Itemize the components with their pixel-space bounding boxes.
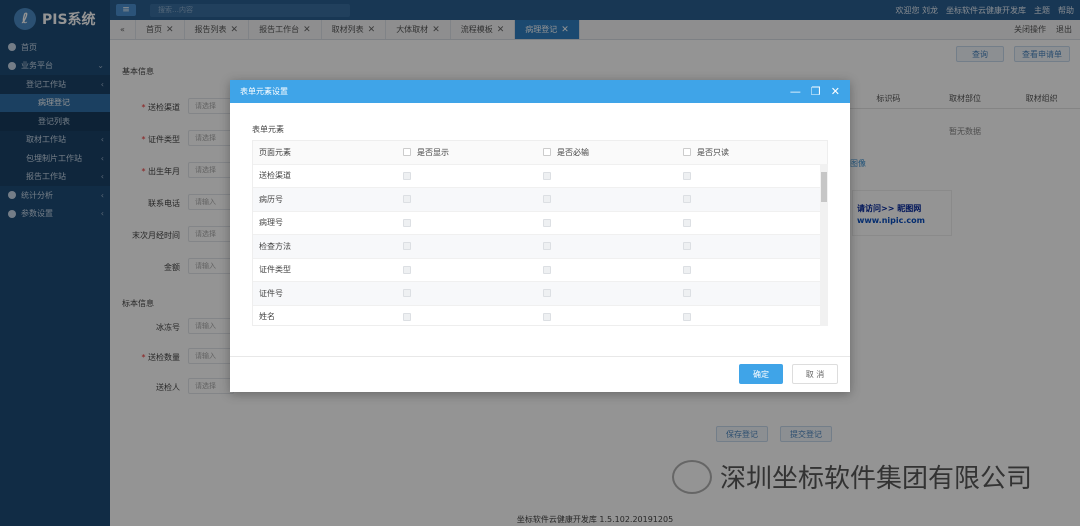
grid-header-cell: 是否必输 <box>537 147 677 158</box>
setting-checkbox[interactable] <box>683 171 691 180</box>
grid-cell <box>677 265 817 274</box>
close-icon[interactable]: ✕ <box>831 85 840 98</box>
grid-cell <box>537 289 677 298</box>
grid-header-row: 页面元素 是否显示 是否必输 是否只读 <box>253 141 827 165</box>
grid-header-cell: 是否显示 <box>397 147 537 158</box>
element-name: 送检渠道 <box>259 171 291 181</box>
setting-checkbox[interactable] <box>403 312 411 321</box>
setting-checkbox[interactable] <box>683 195 691 204</box>
header-checkbox[interactable] <box>403 148 411 157</box>
setting-checkbox[interactable] <box>403 171 411 180</box>
setting-checkbox[interactable] <box>543 265 551 274</box>
setting-checkbox[interactable] <box>403 265 411 274</box>
header-label: 是否显示 <box>417 147 449 157</box>
setting-checkbox[interactable] <box>543 289 551 298</box>
grid-header-cell: 页面元素 <box>259 147 291 157</box>
cancel-button[interactable]: 取 消 <box>792 364 838 384</box>
setting-checkbox[interactable] <box>543 195 551 204</box>
scrollbar-thumb[interactable] <box>821 172 827 202</box>
restore-icon[interactable]: ❐ <box>811 85 821 98</box>
grid-cell <box>537 312 677 321</box>
grid-cell <box>537 218 677 227</box>
setting-checkbox[interactable] <box>683 312 691 321</box>
modal-title: 表单元素设置 <box>240 87 288 96</box>
form-elements-grid: 页面元素 是否显示 是否必输 是否只读 送检渠道病历号病理号检查方法证件类型证件… <box>252 140 828 326</box>
minimize-icon[interactable]: — <box>790 85 801 98</box>
element-name: 姓名 <box>259 312 275 322</box>
setting-checkbox[interactable] <box>403 218 411 227</box>
grid-row: 病历号 <box>253 188 827 212</box>
company-name: 深圳坐标软件集团有限公司 <box>720 464 1033 494</box>
grid-cell <box>397 195 537 204</box>
modal-header: 表单元素设置 — ❐ ✕ <box>230 80 850 103</box>
grid-row: 姓名 <box>253 306 827 326</box>
grid-cell <box>397 265 537 274</box>
grid-cell <box>397 312 537 321</box>
setting-checkbox[interactable] <box>403 195 411 204</box>
wechat-icon <box>672 459 712 494</box>
setting-checkbox[interactable] <box>683 218 691 227</box>
form-element-settings-modal: 表单元素设置 — ❐ ✕ 表单元素 页面元素 是否显示 是否必输 是否只读 送检… <box>230 80 850 392</box>
grid-cell <box>537 171 677 180</box>
header-label: 是否只读 <box>697 147 729 157</box>
element-name: 证件号 <box>259 288 283 298</box>
grid-cell <box>397 218 537 227</box>
grid-cell <box>677 195 817 204</box>
confirm-button[interactable]: 确定 <box>739 364 783 384</box>
element-name: 病历号 <box>259 194 283 204</box>
grid-header-cell: 是否只读 <box>677 147 817 158</box>
grid-cell <box>537 265 677 274</box>
header-checkbox[interactable] <box>683 148 691 157</box>
setting-checkbox[interactable] <box>543 171 551 180</box>
grid-row: 证件类型 <box>253 259 827 282</box>
grid-row: 证件号 <box>253 282 827 306</box>
setting-checkbox[interactable] <box>403 242 411 251</box>
grid-row: 送检渠道 <box>253 165 827 188</box>
grid-cell <box>397 242 537 251</box>
grid-cell <box>537 195 677 204</box>
grid-row: 病理号 <box>253 212 827 235</box>
setting-checkbox[interactable] <box>543 218 551 227</box>
setting-checkbox[interactable] <box>683 289 691 298</box>
setting-checkbox[interactable] <box>683 265 691 274</box>
grid-cell <box>397 289 537 298</box>
setting-checkbox[interactable] <box>403 289 411 298</box>
setting-checkbox[interactable] <box>543 242 551 251</box>
setting-checkbox[interactable] <box>543 312 551 321</box>
element-name: 检查方法 <box>259 241 291 251</box>
header-checkbox[interactable] <box>543 148 551 157</box>
element-name: 病理号 <box>259 218 283 228</box>
grid-cell <box>537 242 677 251</box>
header-label: 是否必输 <box>557 147 589 157</box>
modal-section-label: 表单元素 <box>252 125 284 134</box>
grid-scrollbar[interactable] <box>820 164 828 326</box>
element-name: 证件类型 <box>259 265 291 275</box>
grid-cell <box>677 289 817 298</box>
grid-row: 检查方法 <box>253 235 827 259</box>
grid-cell <box>677 312 817 321</box>
grid-cell <box>677 242 817 251</box>
grid-cell <box>677 218 817 227</box>
grid-cell <box>397 171 537 180</box>
company-banner: 深圳坐标软件集团有限公司 <box>672 458 1032 495</box>
setting-checkbox[interactable] <box>683 242 691 251</box>
grid-cell <box>677 171 817 180</box>
